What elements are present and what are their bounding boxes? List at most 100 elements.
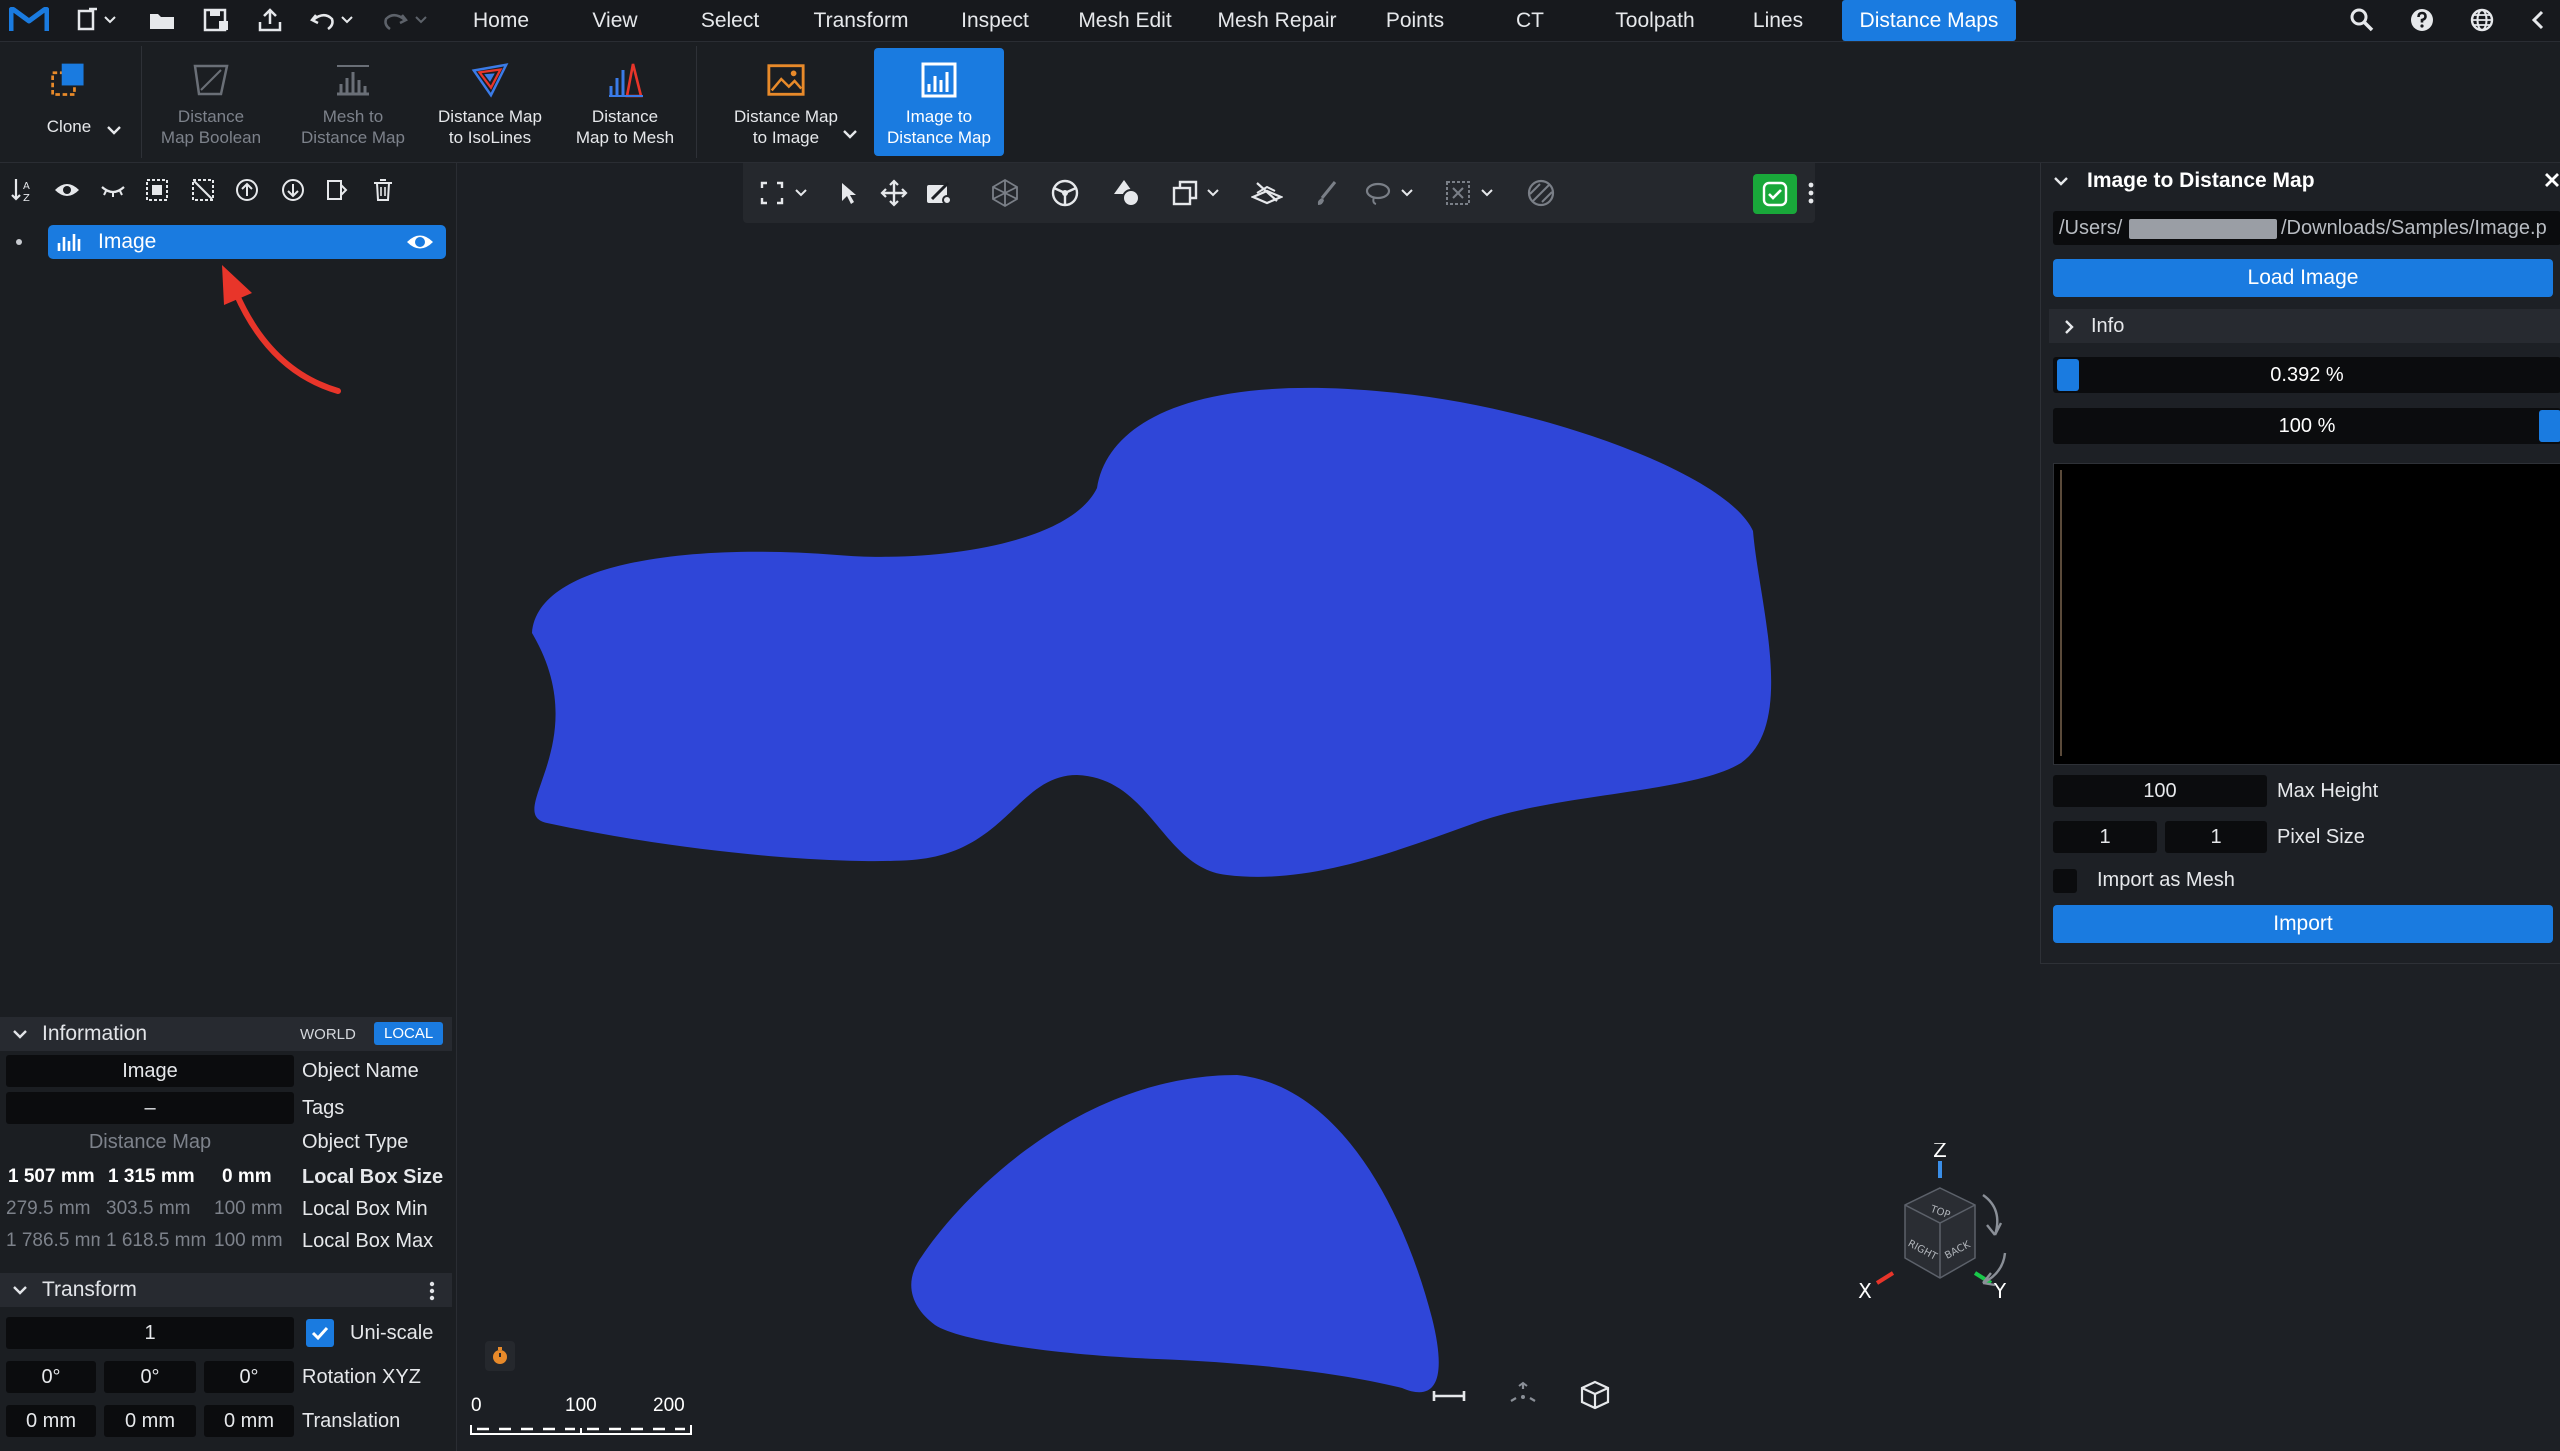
- info-label: Info: [2091, 315, 2125, 337]
- load-image-button[interactable]: Load Image: [2053, 259, 2553, 297]
- import-as-mesh-checkbox[interactable]: [2053, 869, 2077, 893]
- image-preview: [2053, 463, 2560, 765]
- distance-map-to-isolines-label: Distance Map to IsoLines: [438, 107, 542, 147]
- recenter-icon[interactable]: [1503, 1379, 1543, 1413]
- more-vertical-icon[interactable]: [428, 1281, 436, 1301]
- distance-map-boolean-button[interactable]: Distance Map Boolean: [148, 48, 274, 156]
- visibility-eye-icon[interactable]: [406, 232, 434, 252]
- open-folder-icon[interactable]: [144, 4, 180, 36]
- panel-header: Image to Distance Map: [2041, 163, 2560, 199]
- measure-icon[interactable]: [1429, 1381, 1469, 1411]
- world-toggle[interactable]: WORLD: [292, 1024, 364, 1045]
- delete-icon[interactable]: [368, 175, 398, 205]
- tab-toolpath[interactable]: Toolpath: [1600, 0, 1710, 41]
- tab-home[interactable]: Home: [455, 0, 547, 41]
- translation-z-field[interactable]: 0 mm: [204, 1405, 294, 1437]
- move-down-icon[interactable]: [278, 175, 308, 205]
- sort-az-icon[interactable]: AZ: [8, 175, 38, 205]
- rotation-x-field[interactable]: 0°: [6, 1361, 96, 1393]
- mesh-to-distance-map-button[interactable]: Mesh to Distance Map: [290, 48, 416, 156]
- 3d-viewport[interactable]: 0 100 200 TOP RIGHT BACK Z X Y: [457, 163, 2040, 1451]
- information-section-header[interactable]: Information WORLD LOCAL: [0, 1017, 452, 1051]
- undo-icon[interactable]: [306, 4, 360, 36]
- rotation-label: Rotation XYZ: [302, 1366, 421, 1388]
- tab-mesh-edit[interactable]: Mesh Edit: [1066, 0, 1184, 41]
- import-button[interactable]: Import: [2053, 905, 2553, 943]
- deselect-icon[interactable]: [188, 175, 218, 205]
- scale-field[interactable]: 1: [6, 1317, 294, 1349]
- collapse-chevron-icon[interactable]: [2520, 4, 2556, 36]
- app-logo-icon[interactable]: [6, 4, 52, 36]
- tab-mesh-repair[interactable]: Mesh Repair: [1205, 0, 1349, 41]
- chevron-down-icon[interactable]: [2053, 175, 2069, 187]
- ribbon-separator: [696, 46, 697, 158]
- tree-bullet: [16, 239, 22, 245]
- close-icon[interactable]: [2543, 171, 2560, 189]
- distance-map-to-image-button[interactable]: Distance Map to Image: [722, 48, 850, 156]
- distance-map-to-mesh-label: Distance Map to Mesh: [575, 107, 675, 147]
- tab-ct[interactable]: CT: [1490, 0, 1570, 41]
- move-up-icon[interactable]: [232, 175, 262, 205]
- redo-icon[interactable]: [380, 4, 434, 36]
- save-icon[interactable]: [198, 4, 234, 36]
- timer-icon[interactable]: [485, 1341, 515, 1371]
- eye-icon[interactable]: [52, 175, 82, 205]
- chevron-right-icon: [2065, 320, 2074, 334]
- tab-distance-maps[interactable]: Distance Maps: [1842, 0, 2016, 41]
- box-max-label: Local Box Max: [302, 1230, 434, 1252]
- redacted-username: [2129, 219, 2277, 239]
- tab-lines[interactable]: Lines: [1730, 0, 1826, 41]
- tab-points[interactable]: Points: [1370, 0, 1460, 41]
- file-path-field[interactable]: /Users/ /Downloads/Samples/Image.p: [2053, 211, 2560, 245]
- tab-inspect[interactable]: Inspect: [945, 0, 1045, 41]
- clone-dropdown-chevron-icon[interactable]: [106, 124, 122, 136]
- box-size-y: 1 315 mm: [108, 1166, 195, 1187]
- local-toggle[interactable]: LOCAL: [374, 1022, 444, 1045]
- image-to-distance-map-icon: [919, 60, 959, 100]
- image-to-distance-map-button[interactable]: Image to Distance Map: [874, 48, 1004, 156]
- object-type-value: Distance Map: [88, 1131, 212, 1153]
- max-height-field[interactable]: 100: [2053, 775, 2267, 807]
- translation-y-field[interactable]: 0 mm: [104, 1405, 196, 1437]
- rotation-y-field[interactable]: 0°: [104, 1361, 196, 1393]
- tab-transform[interactable]: Transform: [798, 0, 924, 41]
- clone-label: Clone: [46, 117, 92, 136]
- scene-tree-panel: AZ Image Information WORLD LOCAL Image O…: [0, 163, 457, 1451]
- duplicate-icon[interactable]: [322, 175, 352, 205]
- uniscale-checkbox[interactable]: [306, 1319, 334, 1347]
- pixel-size-y-field[interactable]: 1: [2165, 821, 2267, 853]
- box-max-x: 1 786.5 mm: [6, 1230, 100, 1251]
- new-document-icon[interactable]: [72, 4, 122, 36]
- max-threshold-slider[interactable]: 100 %: [2053, 408, 2560, 444]
- distance-map-to-isolines-button[interactable]: Distance Map to IsoLines: [428, 48, 552, 156]
- axis-x-label: X: [1858, 1279, 1872, 1303]
- distance-map-to-mesh-button[interactable]: Distance Map to Mesh: [568, 48, 682, 156]
- axis-z-label: Z: [1933, 1143, 1947, 1162]
- orientation-cube[interactable]: TOP RIGHT BACK Z X Y: [1835, 1143, 2015, 1333]
- globe-icon[interactable]: [2464, 4, 2500, 36]
- scale-bar: [470, 1425, 692, 1435]
- object-name-field[interactable]: Image: [6, 1055, 294, 1087]
- help-icon[interactable]: [2404, 4, 2440, 36]
- min-threshold-slider[interactable]: 0.392 %: [2053, 357, 2560, 393]
- tab-view[interactable]: View: [570, 0, 660, 41]
- svg-text:Z: Z: [23, 193, 30, 203]
- pixel-size-x-field[interactable]: 1: [2053, 821, 2157, 853]
- box-max-y: 1 618.5 mm: [106, 1230, 206, 1251]
- transform-section-header[interactable]: Transform: [0, 1273, 452, 1307]
- export-icon[interactable]: [252, 4, 288, 36]
- translation-x-field[interactable]: 0 mm: [6, 1405, 96, 1437]
- tags-field[interactable]: –: [6, 1092, 294, 1124]
- view-cube-icon[interactable]: [1575, 1377, 1615, 1413]
- rotation-z-field[interactable]: 0°: [204, 1361, 294, 1393]
- clone-button[interactable]: Clone: [16, 48, 122, 156]
- select-all-icon[interactable]: [142, 175, 172, 205]
- distance-map-shape-small: [911, 1075, 1439, 1393]
- tab-select[interactable]: Select: [683, 0, 777, 41]
- search-icon[interactable]: [2344, 4, 2380, 36]
- transform-title: Transform: [42, 1278, 137, 1301]
- info-section-header[interactable]: Info: [2049, 309, 2560, 343]
- box-max-z: 100 mm: [214, 1230, 283, 1251]
- distance-map-to-image-chevron-icon[interactable]: [842, 128, 858, 140]
- eye-closed-icon[interactable]: [98, 175, 128, 205]
